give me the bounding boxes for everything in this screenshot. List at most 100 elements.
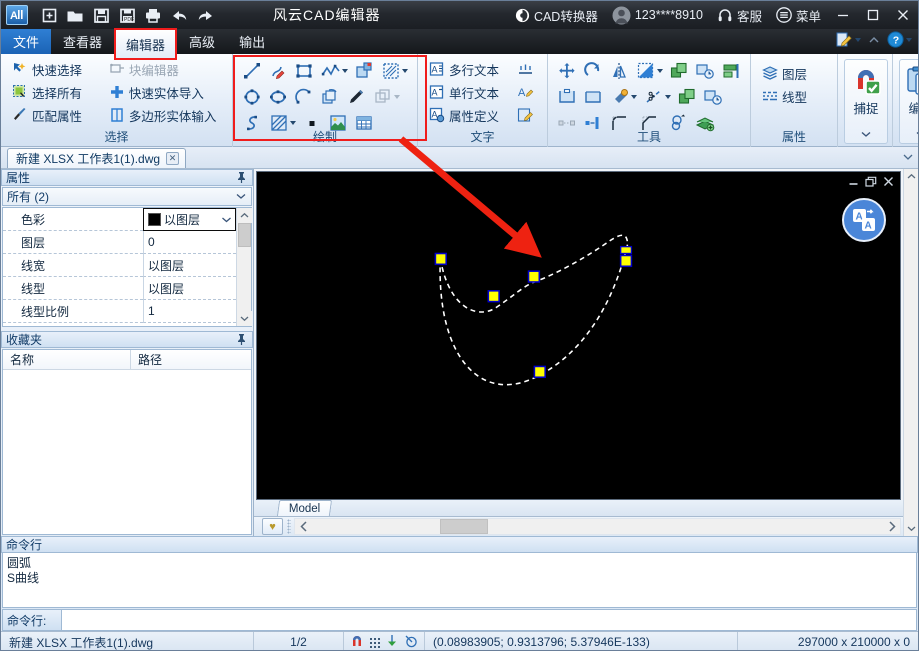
minimize-button[interactable] xyxy=(828,1,858,29)
property-value[interactable]: 0 xyxy=(143,231,236,254)
polar-icon[interactable] xyxy=(404,634,418,651)
snap-dropdown-arrow[interactable] xyxy=(860,127,872,141)
command-input[interactable] xyxy=(62,609,917,631)
grip-point[interactable] xyxy=(533,365,546,379)
support-button[interactable]: 客服 xyxy=(710,1,769,29)
account-button[interactable]: 123****8910 xyxy=(605,1,710,29)
break-icon[interactable] xyxy=(640,84,674,110)
match-properties-button[interactable]: 匹配属性 xyxy=(7,104,104,126)
quick-entity-import-button[interactable]: 快速实体导入 xyxy=(104,81,226,103)
drawn-shape[interactable] xyxy=(257,172,900,499)
canvas-restore-icon[interactable] xyxy=(865,176,877,190)
property-value[interactable]: 以图层 xyxy=(143,254,236,277)
favorites-column-name[interactable]: 名称 xyxy=(3,350,131,369)
snap-button[interactable]: 捕捉 xyxy=(844,59,888,144)
scale-icon[interactable] xyxy=(632,58,666,84)
edit-dropdown-arrow[interactable] xyxy=(915,127,918,141)
canvas-horizontal-scrollbar[interactable] xyxy=(294,518,901,535)
open-folder-icon[interactable] xyxy=(62,4,88,26)
canvas-minimize-icon[interactable] xyxy=(848,176,859,190)
line-icon[interactable] xyxy=(239,58,265,84)
command-history[interactable]: 圆弧 S曲线 xyxy=(2,553,917,608)
properties-filter-combo[interactable]: 所有 (2) xyxy=(2,187,252,206)
canvas-close-icon[interactable] xyxy=(883,176,894,190)
menu-button[interactable]: 菜单 xyxy=(769,1,828,29)
print-icon[interactable] xyxy=(140,4,166,26)
maximize-button[interactable] xyxy=(858,1,888,29)
copy-icon[interactable] xyxy=(666,58,692,84)
scrollbar-thumb[interactable] xyxy=(237,223,251,247)
property-value[interactable]: 以图层 xyxy=(143,277,236,300)
menu-tab-output[interactable]: 输出 xyxy=(227,29,277,54)
insert-block-icon[interactable] xyxy=(351,58,377,84)
drawing-canvas[interactable]: A A xyxy=(256,171,901,500)
point-marker-icon[interactable] xyxy=(343,84,369,110)
offset-icon[interactable] xyxy=(692,58,718,84)
scrollbar-grip[interactable] xyxy=(287,519,291,534)
table-row[interactable]: 图层 0 xyxy=(3,231,236,254)
copy-entity-icon[interactable] xyxy=(317,84,343,110)
scroll-left-arrow-icon[interactable] xyxy=(295,519,312,534)
snap-magnet-icon[interactable] xyxy=(350,634,364,651)
table-row[interactable]: 线宽 以图层 xyxy=(3,254,236,277)
save-pdf-icon[interactable]: PDF xyxy=(114,4,140,26)
array-icon[interactable] xyxy=(718,58,744,84)
scroll-right-arrow-icon[interactable] xyxy=(883,519,900,534)
document-tab-overflow-icon[interactable] xyxy=(902,151,914,166)
rectangle-icon[interactable] xyxy=(291,58,317,84)
favorites-column-path[interactable]: 路径 xyxy=(131,350,251,369)
layers-button[interactable]: 图层 xyxy=(757,62,831,84)
document-tab-close-icon[interactable]: ✕ xyxy=(166,152,180,165)
block-editor-button[interactable]: 块编辑器 xyxy=(104,58,226,80)
grip-point[interactable] xyxy=(487,290,500,303)
favorite-view-button[interactable]: ♥ xyxy=(262,518,283,535)
scroll-up-arrow-icon[interactable] xyxy=(236,208,252,223)
clone-icon[interactable] xyxy=(369,84,403,110)
menu-tab-advanced[interactable]: 高级 xyxy=(177,29,227,54)
linetype-button[interactable]: 线型 xyxy=(757,85,831,107)
close-button[interactable] xyxy=(888,1,918,29)
property-value-color[interactable]: 以图层 xyxy=(143,208,236,231)
document-tab[interactable]: 新建 XLSX 工作表1(1).dwg ✕ xyxy=(7,148,187,168)
grip-point[interactable] xyxy=(527,270,541,283)
grip-point[interactable] xyxy=(619,254,633,268)
menu-tab-viewer[interactable]: 查看器 xyxy=(51,29,114,54)
pin-icon[interactable] xyxy=(236,333,247,349)
scroll-up-arrow-icon[interactable] xyxy=(903,169,918,184)
arc-icon[interactable] xyxy=(291,84,317,110)
text-align-icon[interactable] xyxy=(512,58,538,80)
rotate-icon[interactable] xyxy=(580,58,606,84)
explode-icon[interactable] xyxy=(606,84,640,110)
move-icon[interactable] xyxy=(554,58,580,84)
mirror-icon[interactable] xyxy=(606,58,632,84)
table-row[interactable]: 线型比例 1 xyxy=(3,300,236,323)
scrollbar-thumb[interactable] xyxy=(440,519,488,534)
edit-text-icon[interactable] xyxy=(512,104,538,126)
annotate-tool-button[interactable] xyxy=(833,31,863,48)
offset-clock-icon[interactable] xyxy=(700,84,726,110)
attribute-define-button[interactable]: A 属性定义 xyxy=(424,104,512,126)
grip-point[interactable] xyxy=(619,245,633,255)
copy-multi-icon[interactable] xyxy=(674,84,700,110)
polygon-entity-input-button[interactable]: 多边形实体输入 xyxy=(104,104,226,126)
extend-icon[interactable] xyxy=(580,84,606,110)
help-button[interactable]: ? xyxy=(885,31,914,48)
polyline-edit-icon[interactable] xyxy=(265,58,291,84)
quick-select-button[interactable]: 快速选择 xyxy=(7,58,104,80)
scroll-down-arrow-icon[interactable] xyxy=(236,311,252,326)
undo-icon[interactable] xyxy=(166,4,192,26)
multiline-text-button[interactable]: A 多行文本 xyxy=(424,58,512,80)
singleline-text-button[interactable]: A 单行文本 xyxy=(424,81,512,103)
canvas-vertical-scrollbar[interactable] xyxy=(903,169,918,536)
circle-icon[interactable] xyxy=(239,84,265,110)
property-value[interactable]: 1 xyxy=(143,300,236,323)
polyline-icon[interactable] xyxy=(317,58,351,84)
menu-tab-editor[interactable]: 编辑器 xyxy=(114,28,178,60)
redo-icon[interactable] xyxy=(192,4,218,26)
ortho-icon[interactable] xyxy=(385,634,399,651)
trim-icon[interactable] xyxy=(554,84,580,110)
ellipse-icon[interactable] xyxy=(265,84,291,110)
grip-point[interactable] xyxy=(434,252,447,266)
tab-model[interactable]: Model xyxy=(276,500,333,516)
scroll-down-arrow-icon[interactable] xyxy=(903,521,918,536)
